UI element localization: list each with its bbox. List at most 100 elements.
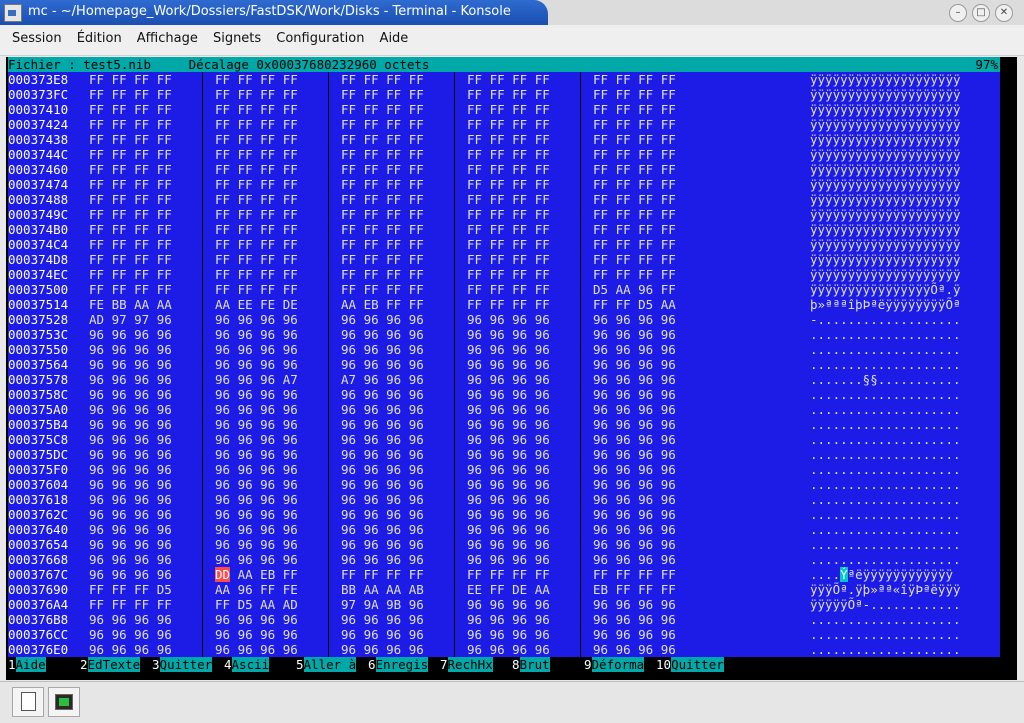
hex-byte-group[interactable]: 96 96 96 96 bbox=[215, 312, 298, 327]
ascii-column[interactable]: .................... bbox=[810, 432, 961, 447]
hex-byte-group[interactable]: 96 96 96 96 bbox=[89, 627, 172, 642]
hex-byte-group[interactable]: FF FF FF FF bbox=[341, 567, 424, 582]
hex-byte-group[interactable]: 96 96 96 A7 bbox=[215, 372, 298, 387]
hex-byte-group[interactable]: FF FF FF FF bbox=[89, 192, 172, 207]
close-button[interactable]: ✕ bbox=[995, 4, 1013, 22]
hex-byte-group[interactable]: 96 96 96 96 bbox=[467, 492, 550, 507]
hex-row[interactable]: 000375B4 96 96 96 96 96 96 96 96 96 96 96 9… bbox=[8, 417, 1000, 432]
hex-byte-group[interactable]: FF FF FF FF bbox=[467, 222, 550, 237]
ascii-column[interactable]: ÿÿÿÿÿÕª-............ bbox=[810, 597, 961, 612]
menu-edition[interactable]: Édition bbox=[73, 25, 126, 55]
ascii-column[interactable]: .................... bbox=[810, 507, 961, 522]
hex-row[interactable]: 0003758C 96 96 96 96 96 96 96 96 96 96 96 9… bbox=[8, 387, 1000, 402]
hex-byte-group[interactable]: FF D5 AA AD bbox=[215, 597, 298, 612]
hex-byte-group[interactable]: FF FF FF FF bbox=[215, 207, 298, 222]
hex-row[interactable]: 00037668 96 96 96 96 96 96 96 96 96 96 96 9… bbox=[8, 552, 1000, 567]
hex-byte-group[interactable]: FF FF FF FF bbox=[593, 147, 676, 162]
hex-byte-group[interactable]: 96 96 96 96 bbox=[593, 417, 676, 432]
hex-byte-group[interactable]: BB AA AA AB bbox=[341, 582, 424, 597]
hex-row[interactable]: 000375F0 96 96 96 96 96 96 96 96 96 96 96 9… bbox=[8, 462, 1000, 477]
hex-byte-group[interactable]: FF FF FF FF bbox=[593, 222, 676, 237]
hex-byte-group[interactable]: FF FF FF FF bbox=[89, 72, 172, 87]
ascii-column[interactable]: .................... bbox=[810, 342, 961, 357]
menu-signets[interactable]: Signets bbox=[209, 25, 265, 55]
hex-byte-group[interactable]: 96 96 96 96 bbox=[467, 387, 550, 402]
hex-byte-group[interactable]: FF FF FF FF bbox=[341, 192, 424, 207]
ascii-column[interactable]: .................... bbox=[810, 552, 961, 567]
hex-byte-group[interactable]: FF FF FF FF bbox=[341, 282, 424, 297]
ascii-column[interactable]: .................... bbox=[810, 357, 961, 372]
ascii-column[interactable]: ÿÿÿÕª.ÿþ»ªª«îÿÞªëÿÿÿ bbox=[810, 582, 961, 597]
hex-byte-group[interactable]: FF FF FF FF bbox=[215, 177, 298, 192]
hex-row[interactable]: 000374D8 FF FF FF FF FF FF FF FF FF FF FF F… bbox=[8, 252, 1000, 267]
hex-byte-group[interactable]: 96 96 96 96 bbox=[593, 477, 676, 492]
ascii-column[interactable]: ÿÿÿÿÿÿÿÿÿÿÿÿÿÿÿÿÿÿÿÿ bbox=[810, 117, 961, 132]
ascii-column[interactable]: .......§§........... bbox=[810, 372, 961, 387]
hex-byte-group[interactable]: 96 96 96 96 bbox=[593, 492, 676, 507]
hex-byte-group[interactable]: 96 96 96 96 bbox=[89, 447, 172, 462]
hex-row[interactable]: 00037500 FF FF FF FF FF FF FF FF FF FF FF F… bbox=[8, 282, 1000, 297]
ascii-column[interactable]: .................... bbox=[810, 492, 961, 507]
hex-row[interactable]: 000375DC 96 96 96 96 96 96 96 96 96 96 96 9… bbox=[8, 447, 1000, 462]
hex-byte-group[interactable]: 96 96 96 96 bbox=[89, 387, 172, 402]
ascii-column[interactable]: ÿÿÿÿÿÿÿÿÿÿÿÿÿÿÿÿÿÿÿÿ bbox=[810, 237, 961, 252]
hex-row[interactable]: 000373FC FF FF FF FF FF FF FF FF FF FF FF F… bbox=[8, 87, 1000, 102]
hex-byte-group[interactable]: FF FF FF FF bbox=[89, 282, 172, 297]
hex-byte-group[interactable]: FF FF FF FF bbox=[593, 237, 676, 252]
hex-byte-group[interactable]: FF FF FF FF bbox=[467, 252, 550, 267]
hex-row[interactable]: 00037528 AD 97 97 96 96 96 96 96 96 96 96 9… bbox=[8, 312, 1000, 327]
hex-byte-group[interactable]: 96 96 96 96 bbox=[89, 417, 172, 432]
fkey-2[interactable]: 3Quitter bbox=[152, 657, 213, 672]
hex-byte-group[interactable]: FF FF FF FF bbox=[593, 267, 676, 282]
hex-row[interactable]: 0003749C FF FF FF FF FF FF FF FF FF FF FF F… bbox=[8, 207, 1000, 222]
hex-byte-group[interactable]: 96 96 96 96 bbox=[215, 522, 298, 537]
hex-byte-group[interactable]: FF FF FF FF bbox=[89, 252, 172, 267]
ascii-column[interactable]: .................... bbox=[810, 387, 961, 402]
hex-row[interactable]: 0003762C 96 96 96 96 96 96 96 96 96 96 96 9… bbox=[8, 507, 1000, 522]
hex-byte-group[interactable]: 96 96 96 96 bbox=[593, 537, 676, 552]
hex-byte-group[interactable]: FF FF FF FF bbox=[215, 162, 298, 177]
fkey-6[interactable]: 7RechHx bbox=[440, 657, 493, 672]
hex-byte-group[interactable]: FF FF FF FF bbox=[593, 177, 676, 192]
hex-byte-group[interactable]: 96 96 96 96 bbox=[215, 627, 298, 642]
hex-byte-group[interactable]: 96 96 96 96 bbox=[593, 447, 676, 462]
hex-row[interactable]: 00037424 FF FF FF FF FF FF FF FF FF FF FF F… bbox=[8, 117, 1000, 132]
hex-byte-group[interactable]: A7 96 96 96 bbox=[341, 372, 424, 387]
konsole-app-icon[interactable] bbox=[4, 4, 22, 22]
hex-byte-group[interactable]: 96 96 96 96 bbox=[89, 642, 172, 657]
hex-byte-group[interactable]: FF FF FF FF bbox=[215, 147, 298, 162]
hex-byte-group[interactable]: FF FF FF FF bbox=[215, 192, 298, 207]
hex-byte-group[interactable]: 96 96 96 96 bbox=[593, 387, 676, 402]
hex-row[interactable]: 00037514 FE BB AA AA AA EE FE DE AA EB FF F… bbox=[8, 297, 1000, 312]
hex-byte-group[interactable]: 96 96 96 96 bbox=[215, 537, 298, 552]
hex-byte-group[interactable]: FF FF FF FF bbox=[89, 87, 172, 102]
menu-affichage[interactable]: Affichage bbox=[133, 25, 202, 55]
hex-byte-group[interactable]: 96 96 96 96 bbox=[341, 387, 424, 402]
hex-byte-group[interactable]: 96 96 96 96 bbox=[341, 462, 424, 477]
ascii-column[interactable]: .................... bbox=[810, 477, 961, 492]
hex-byte-group[interactable]: FF FF FF FF bbox=[593, 567, 676, 582]
hex-byte-group[interactable]: DD AA EB FF bbox=[215, 567, 298, 582]
hex-byte-group[interactable]: 96 96 96 96 bbox=[341, 327, 424, 342]
hex-byte-group[interactable]: FF FF FF FF bbox=[215, 267, 298, 282]
ascii-column[interactable]: .................... bbox=[810, 327, 961, 342]
hex-byte-group[interactable]: 96 96 96 96 bbox=[341, 417, 424, 432]
hex-byte-group[interactable]: FF FF FF FF bbox=[215, 102, 298, 117]
hex-byte-group[interactable]: 96 96 96 96 bbox=[593, 552, 676, 567]
hex-byte-group[interactable]: 96 96 96 96 bbox=[467, 312, 550, 327]
hex-byte-group[interactable]: FF FF FF FF bbox=[467, 117, 550, 132]
hex-row[interactable]: 000376CC 96 96 96 96 96 96 96 96 96 96 96 9… bbox=[8, 627, 1000, 642]
ascii-column[interactable]: ÿÿÿÿÿÿÿÿÿÿÿÿÿÿÿÿÿÿÿÿ bbox=[810, 162, 961, 177]
hex-byte-group[interactable]: FF FF D5 AA bbox=[593, 297, 676, 312]
hex-byte-group[interactable]: FF FF FF FF bbox=[341, 162, 424, 177]
ascii-column[interactable]: .................... bbox=[810, 627, 961, 642]
hex-byte-group[interactable]: FF FF FF FF bbox=[215, 252, 298, 267]
hex-row[interactable]: 000375A0 96 96 96 96 96 96 96 96 96 96 96 9… bbox=[8, 402, 1000, 417]
hex-byte-group[interactable]: 96 96 96 96 bbox=[215, 417, 298, 432]
hex-byte-group[interactable]: FF FF FF FF bbox=[341, 87, 424, 102]
hex-byte-group[interactable]: FF FF FF FF bbox=[89, 207, 172, 222]
hex-byte-group[interactable]: 96 96 96 96 bbox=[593, 612, 676, 627]
hex-byte-group[interactable]: FF FF FF FF bbox=[467, 207, 550, 222]
ascii-column[interactable]: ÿÿÿÿÿÿÿÿÿÿÿÿÿÿÿÿÿÿÿÿ bbox=[810, 192, 961, 207]
hex-byte-group[interactable]: 96 96 96 96 bbox=[593, 597, 676, 612]
